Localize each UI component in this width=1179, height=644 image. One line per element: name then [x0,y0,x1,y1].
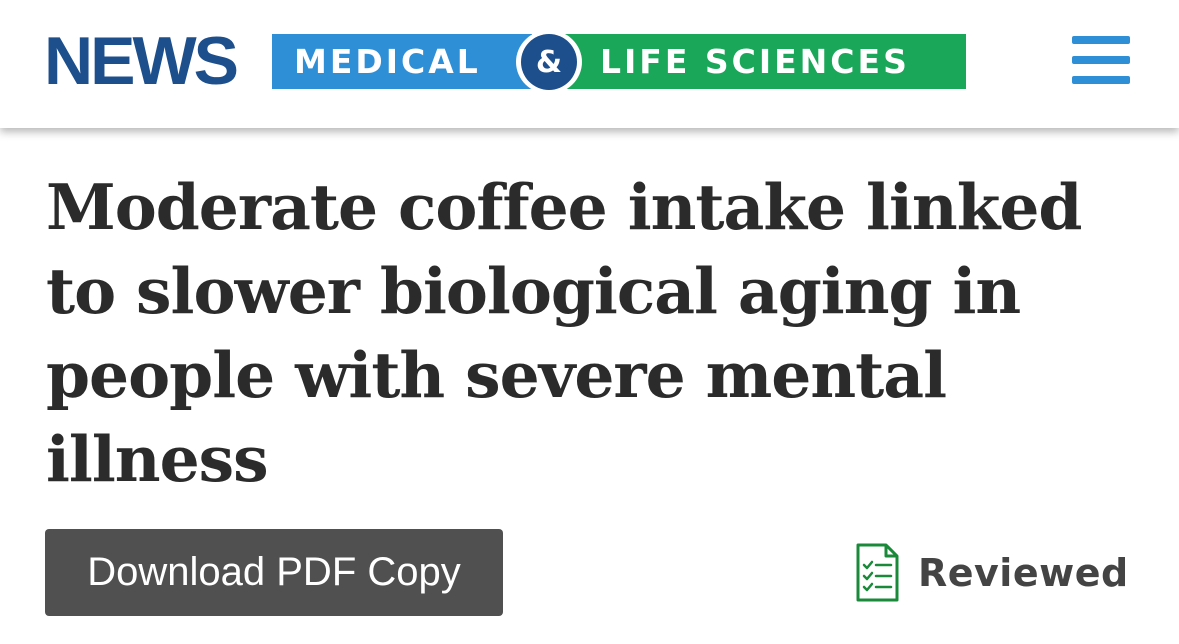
logo-news-text: NEWS [44,23,239,99]
menu-bar-bottom [1072,76,1130,84]
logo-medical-text: MEDICAL [272,34,532,89]
hamburger-menu-icon[interactable] [1072,36,1130,88]
logo-life-sciences-text: LIFE SCIENCES [564,34,966,89]
checklist-document-icon [856,543,899,602]
article-title: Moderate coffee intake linked to slower … [46,170,1082,496]
logo-ampersand: & [521,34,577,90]
reviewed-label: Reviewed [918,551,1129,595]
menu-bar-middle [1072,56,1130,64]
menu-bar-top [1072,36,1130,44]
site-logo[interactable]: NEWS MEDICAL & LIFE SCIENCES [44,23,966,99]
site-header: NEWS MEDICAL & LIFE SCIENCES [0,0,1179,128]
download-pdf-button[interactable]: Download PDF Copy [45,529,503,616]
reviewed-badge[interactable]: Reviewed [854,543,1129,603]
logo-ampersand-badge: & [516,30,582,94]
